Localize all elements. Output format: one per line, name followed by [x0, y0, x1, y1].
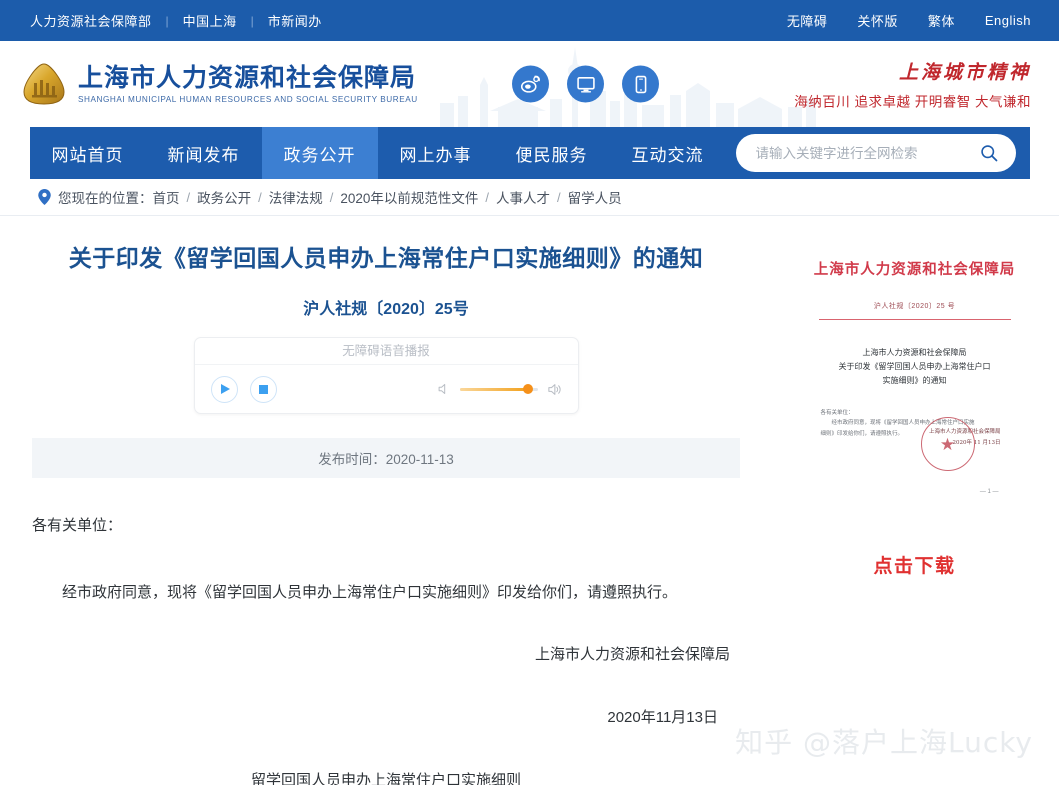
document-number: 沪人社规〔2020〕25号	[303, 301, 469, 319]
nav-item-home[interactable]: 网站首页	[30, 127, 146, 179]
breadcrumb-item-pre2020-docs[interactable]: 2020年以前规范性文件	[340, 187, 478, 207]
search-icon	[980, 145, 997, 162]
preview-page-number: — 1 —	[979, 489, 999, 495]
main-nav: 网站首页 新闻发布 政务公开 网上办事 便民服务 互动交流	[29, 127, 1030, 179]
breadcrumb-item-laws[interactable]: 法律法规	[269, 187, 323, 207]
city-spirit-title: 上海城市精神	[898, 61, 1031, 84]
site-logo[interactable]: 上海市人力资源和社会保障局 SHANGHAI MUNICIPAL HUMAN R…	[20, 61, 418, 107]
publish-time-bar: 发布时间：2020-11-13	[32, 438, 740, 479]
volume-slider-fill	[459, 387, 529, 391]
play-icon	[220, 384, 230, 395]
weibo-icon[interactable]	[512, 65, 549, 103]
preview-rule	[818, 319, 1011, 320]
top-link-press-office[interactable]: 市新闻办	[268, 11, 322, 30]
download-button[interactable]: 点击下载	[873, 551, 955, 578]
emblem-icon	[23, 63, 65, 105]
top-link-mohrss[interactable]: 人力资源社会保障部	[30, 11, 152, 30]
weibo-glyph-icon	[520, 75, 540, 93]
search-box	[735, 134, 1016, 172]
city-spirit-block: 上海城市精神 海纳百川 追求卓越 开明睿智 大气谦和	[794, 58, 1031, 111]
preview-letterhead: 上海市人力资源和社会保障局	[813, 261, 1016, 278]
social-icon-group	[512, 65, 659, 103]
article-signature: 上海市人力资源和社会保障局	[534, 646, 730, 664]
breadcrumb-separator: /	[258, 189, 262, 205]
pin-glyph-icon	[38, 189, 51, 205]
city-spirit-subtitle: 海纳百川 追求卓越 开明睿智 大气谦和	[794, 94, 1031, 110]
top-right-links: 无障碍 关怀版 繁体 English	[757, 11, 1031, 30]
audio-player: 无障碍语音播报	[193, 337, 579, 415]
breadcrumb-item-personnel[interactable]: 人事人才	[496, 187, 550, 207]
volume-mute-icon[interactable]	[437, 382, 451, 396]
preview-doc-number: 沪人社规〔2020〕25 号	[873, 303, 956, 310]
page-title: 关于印发《留学回国人员申办上海常住户口实施细则》的通知	[68, 246, 704, 272]
breadcrumb-separator: /	[485, 189, 490, 205]
search-button[interactable]	[976, 140, 1002, 166]
site-header: 上海市人力资源和社会保障局 SHANGHAI MUNICIPAL HUMAN R…	[0, 41, 1059, 127]
article-body: 各有关单位： 经市政府同意，现将《留学回国人员申办上海常住户口实施细则》印发给你…	[32, 512, 740, 785]
audio-player-controls	[195, 365, 578, 413]
nav-item-government-disclosure[interactable]: 政务公开	[261, 127, 378, 179]
phone-glyph-icon	[635, 75, 646, 93]
top-utility-bar: 人力资源社会保障部 | 中国上海 | 市新闻办 无障碍 关怀版 繁体 Engli…	[0, 0, 1059, 41]
desktop-icon[interactable]	[567, 65, 604, 103]
red-seal-icon: ★	[920, 417, 975, 471]
article-paragraph: 经市政府同意，现将《留学回国人员申办上海常住户口实施细则》印发给你们，请遵照执行…	[62, 583, 678, 601]
logo-title-en: SHANGHAI MUNICIPAL HUMAN RESOURCES AND S…	[78, 95, 418, 105]
logo-title-cn: 上海市人力资源和社会保障局	[78, 62, 417, 92]
volume-area	[437, 382, 562, 397]
document-preview-image[interactable]: 上海市人力资源和社会保障局 沪人社规〔2020〕25 号 上海市人力资源和社会保…	[808, 246, 1021, 529]
publish-time-text: 发布时间：2020-11-13	[318, 452, 454, 468]
top-link-divider: |	[165, 13, 169, 28]
breadcrumb-item-disclosure[interactable]: 政务公开	[197, 187, 251, 207]
main-nav-wrapper: 网站首页 新闻发布 政务公开 网上办事 便民服务 互动交流	[0, 127, 1059, 179]
breadcrumb-label: 您现在的位置：	[58, 191, 153, 206]
sub-document-title: 留学回国人员申办上海常住户口实施细则	[250, 772, 521, 785]
breadcrumb-item-home[interactable]: 首页	[153, 187, 180, 207]
mobile-icon[interactable]	[622, 65, 659, 103]
top-link-divider: |	[250, 13, 254, 28]
audio-player-caption: 无障碍语音播报	[194, 338, 578, 366]
top-left-links: 人力资源社会保障部 | 中国上海 | 市新闻办	[30, 11, 322, 30]
breadcrumb-separator: /	[186, 189, 191, 205]
breadcrumb-item-overseas-students[interactable]: 留学人员	[568, 187, 622, 207]
stop-button[interactable]	[249, 375, 277, 403]
nav-item-news[interactable]: 新闻发布	[146, 127, 262, 179]
nav-item-public-services[interactable]: 便民服务	[494, 127, 610, 179]
volume-slider[interactable]	[459, 384, 538, 395]
monitor-glyph-icon	[576, 76, 595, 92]
breadcrumb-separator: /	[557, 189, 561, 205]
sidebar-column: 上海市人力资源和社会保障局 沪人社规〔2020〕25 号 上海市人力资源和社会保…	[770, 226, 1059, 785]
volume-slider-knob[interactable]	[523, 384, 534, 395]
top-link-accessibility[interactable]: 无障碍	[787, 11, 828, 30]
search-input[interactable]	[755, 145, 976, 161]
article-signature-date: 2020年11月13日	[607, 709, 718, 727]
breadcrumb-separator: /	[329, 189, 334, 205]
seal-star-icon: ★	[939, 434, 956, 454]
article-paragraph: 各有关单位：	[32, 517, 123, 535]
stop-icon	[258, 384, 268, 394]
nav-item-interaction[interactable]: 互动交流	[610, 127, 726, 179]
location-pin-icon	[38, 189, 51, 205]
top-link-traditional[interactable]: 繁体	[928, 11, 955, 30]
top-link-care-version[interactable]: 关怀版	[857, 11, 898, 30]
main-content: 关于印发《留学回国人员申办上海常住户口实施细则》的通知 沪人社规〔2020〕25…	[0, 216, 1059, 785]
preview-title: 上海市人力资源和社会保障局 关于印发《留学回国人员申办上海常住户口 实施细则》的…	[838, 348, 991, 385]
article-column: 关于印发《留学回国人员申办上海常住户口实施细则》的通知 沪人社规〔2020〕25…	[0, 226, 770, 785]
top-link-china-shanghai[interactable]: 中国上海	[183, 11, 237, 30]
breadcrumb: 您现在的位置： 首页 / 政务公开 / 法律法规 / 2020年以前规范性文件 …	[0, 179, 1059, 216]
top-link-english[interactable]: English	[985, 13, 1031, 28]
volume-high-icon[interactable]	[547, 382, 562, 397]
play-button[interactable]	[210, 375, 238, 403]
nav-item-online-services[interactable]: 网上办事	[378, 127, 494, 179]
